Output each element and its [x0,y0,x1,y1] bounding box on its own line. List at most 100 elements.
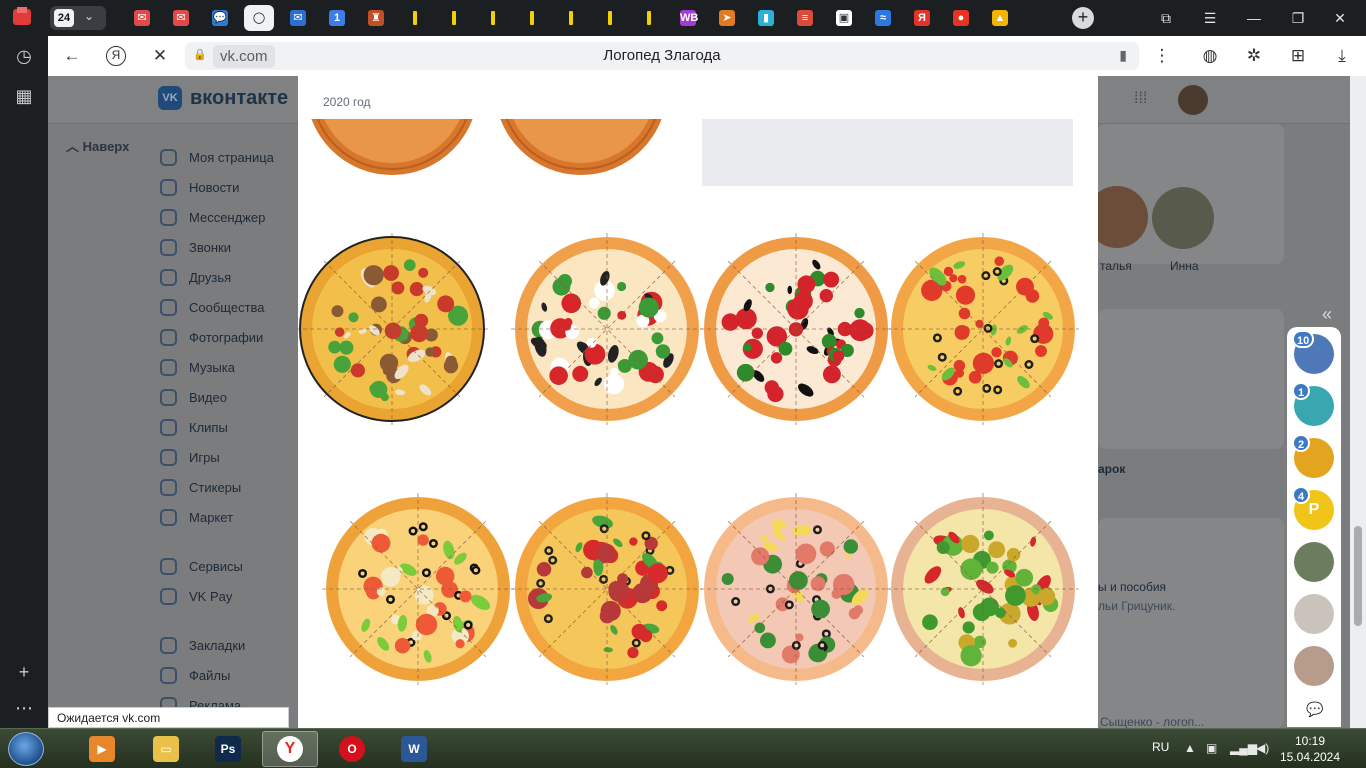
chat-avatar[interactable] [1294,542,1334,582]
usb-icon[interactable]: ▣ [1206,741,1217,755]
more-options-icon[interactable]: ⋮ [1152,46,1172,66]
browser-tab[interactable]: ≡ [790,5,820,31]
url-domain[interactable]: vk.com [213,45,275,68]
stop-loading-button[interactable]: ✕ [150,46,170,66]
menu-item[interactable]: Новости [160,172,274,202]
taskbar-app[interactable]: Ps [200,731,256,767]
gifts-label[interactable]: арок [1098,462,1125,476]
menu-item[interactable]: Файлы [160,660,274,690]
taskbar-app[interactable]: W [386,731,442,767]
minimize-button[interactable]: — [1244,8,1264,28]
chat-avatar[interactable]: 1 [1292,382,1334,426]
menu-item[interactable]: Сообщества [160,292,274,322]
menu-item[interactable]: Мессенджер [160,202,274,232]
pizza [887,233,1079,425]
chat-avatar[interactable]: 10 [1292,330,1334,374]
browser-tab[interactable]: 1 [322,5,352,31]
menu-item[interactable]: Моя страница [160,142,274,172]
menu-item[interactable]: Клипы [160,412,274,442]
downloads-icon[interactable]: ⤓ [1332,46,1352,66]
back-to-top-button[interactable]: ︿ Наверх [66,136,129,155]
browser-tab[interactable]: ▲ [985,5,1015,31]
menu-item[interactable]: Фотографии [160,322,274,352]
chat-avatar[interactable] [1294,646,1334,686]
tab-groups-button[interactable]: 24 ⌄ [50,6,106,30]
browser-tab[interactable]: ▣ [829,5,859,31]
signal-icon[interactable]: ▂▄▆ [1230,741,1257,755]
menu-item[interactable]: Маркет [160,502,274,532]
clock-time[interactable]: 10:19 [1280,734,1340,748]
browser-tab[interactable] [439,5,469,31]
browser-tab[interactable] [556,5,586,31]
browser-tab[interactable]: ▮ [751,5,781,31]
back-button[interactable]: ← [62,46,82,66]
friend-name[interactable]: талья [1100,259,1132,273]
chat-avatar[interactable] [1294,594,1334,634]
chat-avatar[interactable]: P4 [1292,486,1334,530]
clock-date[interactable]: 15.04.2024 [1276,750,1344,764]
start-button[interactable] [8,732,44,766]
history-icon[interactable]: ◷ [12,44,36,68]
collapse-chats-icon[interactable]: « [1322,304,1332,325]
tray-up-arrow-icon[interactable]: ▲ [1184,741,1196,755]
taskbar-app[interactable]: ▶ [74,731,130,767]
friend-name[interactable]: Инна [1170,259,1199,273]
taskbar-app[interactable]: ▭ [138,731,194,767]
menu-item[interactable]: VK Pay [160,581,274,611]
file-explorer-icon: ▭ [153,736,179,762]
apps-grid-icon[interactable]: ⁞⁞⁞ [1134,90,1154,110]
menu-item[interactable]: Музыка [160,352,274,382]
taskbar-app[interactable]: Y [262,731,318,767]
browser-tab[interactable] [634,5,664,31]
menu-item[interactable]: Закладки [160,630,274,660]
address-bar[interactable]: 🔒 Логопед Злагода vk.com ▮ [185,42,1139,70]
browser-menu-icon[interactable] [10,6,36,30]
browser-tab[interactable]: ✉ [166,5,196,31]
services-grid-icon[interactable]: ▦ [12,84,36,108]
extensions-icon[interactable]: ✲ [1244,46,1264,66]
close-window-button[interactable]: ✕ [1330,8,1350,28]
browser-tab[interactable] [478,5,508,31]
taskbar-app[interactable]: O [324,731,380,767]
more-icon[interactable]: ⋯ [12,696,36,720]
bookmark-icon[interactable]: ▮ [1119,47,1127,64]
menu-item[interactable]: Стикеры [160,472,274,502]
browser-tab[interactable] [595,5,625,31]
new-tab-button[interactable]: + [1072,7,1094,29]
browser-tab[interactable]: ♜ [361,5,391,31]
menu-item-label: Музыка [189,359,235,375]
browser-tab[interactable]: ✉ [283,5,313,31]
browser-tab[interactable]: ● [946,5,976,31]
browser-tab[interactable]: ✉ [127,5,157,31]
vpn-icon[interactable]: ◍ [1200,46,1220,66]
menu-item[interactable]: Звонки [160,232,274,262]
scrollbar-thumb[interactable] [1354,526,1362,626]
browser-tab[interactable]: ≈ [868,5,898,31]
browser-tab[interactable]: 💬 [205,5,235,31]
collections-icon[interactable]: ⊞ [1288,46,1308,66]
browser-tab[interactable] [517,5,547,31]
restore-button[interactable]: ❐ [1288,8,1308,28]
browser-tab[interactable]: Я [907,5,937,31]
tab-menu-icon[interactable]: ⧉ [1156,8,1176,28]
menu-item[interactable]: Видео [160,382,274,412]
browser-tab[interactable] [400,5,430,31]
browser-tab[interactable]: WB [673,5,703,31]
menu-item[interactable]: Сервисы [160,551,274,581]
browser-tab[interactable]: ◯ [244,5,274,31]
page-scrollbar[interactable] [1350,76,1366,728]
user-avatar[interactable] [1178,85,1208,115]
chat-avatar[interactable]: 2 [1292,434,1334,478]
yandex-button[interactable]: Я [106,46,126,66]
pizza-worksheet-image[interactable] [298,76,1098,728]
friend-avatar[interactable] [1152,187,1214,249]
volume-icon[interactable]: ◀) [1256,741,1269,755]
language-indicator[interactable]: RU [1152,740,1169,754]
menu-item[interactable]: Друзья [160,262,274,292]
vk-logo[interactable]: VK вконтакте [158,86,288,110]
browser-tab[interactable]: ➤ [712,5,742,31]
add-panel-icon[interactable]: + [12,660,36,684]
menu-item[interactable]: Игры [160,442,274,472]
messages-icon[interactable]: 💬 [1306,701,1323,718]
hamburger-icon[interactable]: ☰ [1200,8,1220,28]
